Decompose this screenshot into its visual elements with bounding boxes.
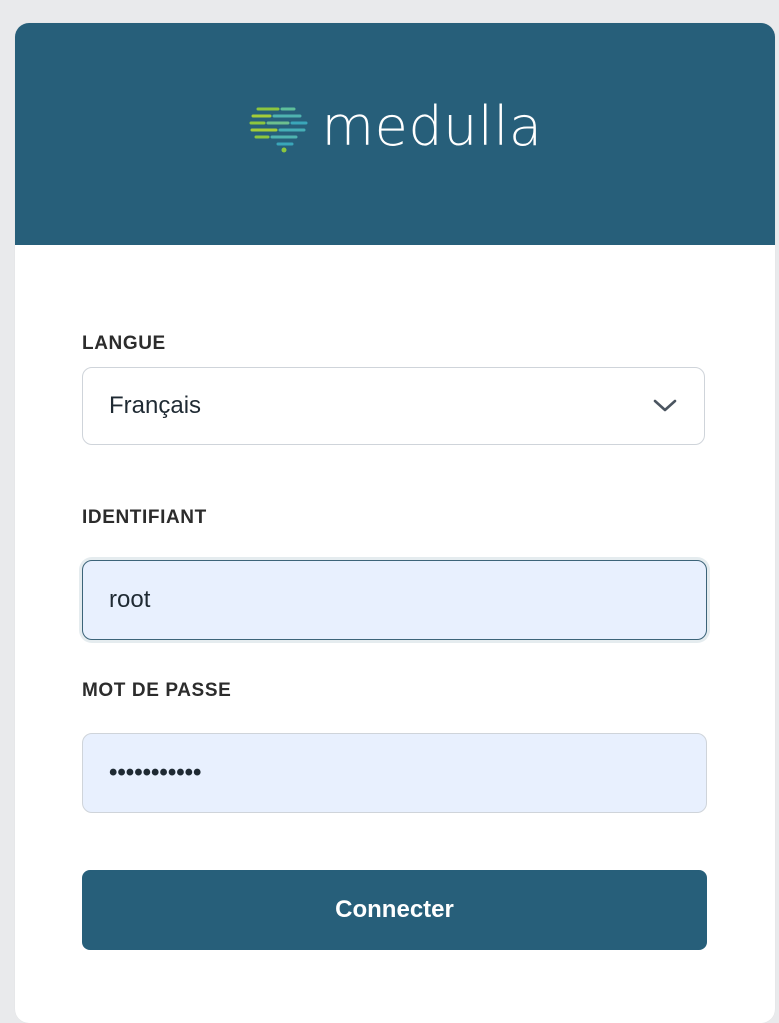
brand-header: medulla [15,23,775,245]
logo: medulla [248,100,543,154]
password-masked-value: ••••••••••• [109,759,202,786]
connect-button[interactable]: Connecter [82,870,707,950]
brand-name: medulla [321,95,543,158]
brain-circuit-icon [248,101,312,153]
language-select[interactable]: Français [82,367,705,445]
password-label: MOT DE PASSE [82,680,232,701]
username-input[interactable]: root [82,560,707,640]
password-input[interactable]: ••••••••••• [82,733,707,813]
username-value: root [109,586,151,613]
username-label: IDENTIFIANT [82,507,207,528]
chevron-down-icon [652,398,678,414]
login-card: medulla LANGUE Français IDENTIFIANT root… [15,23,775,1023]
language-label: LANGUE [82,333,166,354]
language-selected-value: Français [109,392,202,419]
